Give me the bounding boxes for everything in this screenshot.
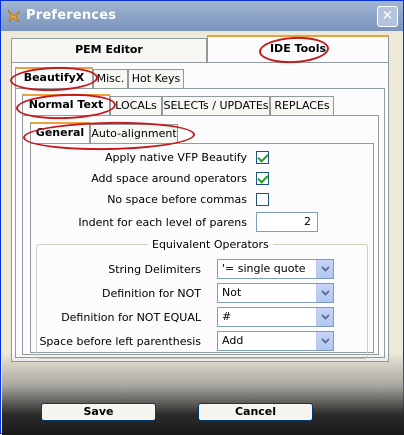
app-icon bbox=[7, 9, 21, 23]
indent-parens-label: Indent for each level of parens bbox=[78, 216, 247, 229]
indent-parens-input[interactable]: 2 bbox=[256, 212, 318, 232]
tab-label: Normal Text bbox=[28, 98, 104, 111]
tab-locals[interactable]: LOCALs bbox=[110, 96, 162, 116]
cancel-label: Cancel bbox=[234, 405, 277, 418]
tab-label: General bbox=[35, 126, 85, 139]
tab-hot-keys[interactable]: Hot Keys bbox=[128, 69, 184, 89]
string-delimiters-label: String Delimiters bbox=[108, 263, 201, 276]
tab-normal-text[interactable]: Normal Text bbox=[22, 94, 110, 116]
tab-label: Misc. bbox=[96, 72, 125, 85]
tab-general[interactable]: General bbox=[30, 122, 90, 144]
not-definition-label: Definition for NOT bbox=[102, 287, 201, 300]
apply-native-checkbox[interactable] bbox=[256, 151, 269, 164]
not-definition-value: Not bbox=[222, 286, 242, 299]
space-left-paren-label: Space before left parenthesis bbox=[39, 335, 201, 348]
space-left-paren-value: Add bbox=[222, 334, 244, 347]
tab-ide-tools[interactable]: IDE Tools bbox=[207, 35, 389, 63]
tab-misc[interactable]: Misc. bbox=[93, 69, 128, 89]
save-button[interactable]: Save bbox=[41, 403, 156, 421]
space-around-operators-checkbox[interactable] bbox=[256, 172, 269, 185]
dropdown-button[interactable] bbox=[316, 308, 333, 326]
not-equal-definition-value: # bbox=[222, 310, 232, 323]
tab-label: SELECTs / UPDATEs bbox=[163, 99, 269, 112]
tab-selects-updates[interactable]: SELECTs / UPDATEs bbox=[162, 96, 270, 116]
tab-label: PEM Editor bbox=[75, 43, 143, 56]
chevron-down-icon bbox=[321, 314, 330, 320]
close-button[interactable]: ✕ bbox=[377, 6, 398, 27]
tab-beautifyx[interactable]: BeautifyX bbox=[15, 67, 93, 89]
tab-label: REPLACEs bbox=[274, 99, 330, 112]
no-space-commas-label: No space before commas bbox=[107, 193, 247, 206]
chevron-down-icon bbox=[321, 290, 330, 296]
cancel-button[interactable]: Cancel bbox=[198, 403, 313, 421]
not-equal-definition-select[interactable]: # bbox=[217, 307, 334, 327]
tab-label: IDE Tools bbox=[269, 42, 327, 55]
dropdown-button[interactable] bbox=[316, 332, 333, 350]
tab-label: Hot Keys bbox=[131, 72, 181, 85]
not-equal-definition-label: Definition for NOT EQUAL bbox=[61, 311, 201, 324]
close-icon: ✕ bbox=[381, 8, 394, 24]
chevron-down-icon bbox=[321, 338, 330, 344]
space-left-paren-select[interactable]: Add bbox=[217, 331, 334, 351]
no-space-commas-checkbox[interactable] bbox=[256, 193, 269, 206]
string-delimiters-select[interactable]: '= single quote bbox=[217, 259, 334, 279]
indent-value: 2 bbox=[304, 215, 311, 228]
tab-pem-editor[interactable]: PEM Editor bbox=[11, 38, 207, 62]
save-label: Save bbox=[83, 405, 114, 418]
tab-auto-alignment[interactable]: Auto-alignment bbox=[90, 124, 178, 144]
tab-label: Auto-alignment bbox=[91, 127, 177, 140]
tab-label: BeautifyX bbox=[23, 71, 85, 84]
preferences-window: Preferences ✕ PEM Editor IDE Tools Beaut… bbox=[0, 0, 404, 435]
dropdown-button[interactable] bbox=[316, 284, 333, 302]
string-delimiters-value: '= single quote bbox=[222, 262, 306, 275]
tab-replaces[interactable]: REPLACEs bbox=[270, 96, 334, 116]
tab-label: LOCALs bbox=[115, 99, 157, 112]
title-bar[interactable]: Preferences ✕ bbox=[1, 1, 403, 31]
dropdown-button[interactable] bbox=[316, 260, 333, 278]
bottom-fade-overlay bbox=[2, 353, 404, 435]
equivalent-operators-title: Equivalent Operators bbox=[148, 238, 273, 251]
window-title: Preferences bbox=[26, 8, 117, 23]
chevron-down-icon bbox=[321, 266, 330, 272]
space-around-operators-label: Add space around operators bbox=[91, 172, 247, 185]
apply-native-label: Apply native VFP Beautify bbox=[105, 151, 247, 164]
not-definition-select[interactable]: Not bbox=[217, 283, 334, 303]
